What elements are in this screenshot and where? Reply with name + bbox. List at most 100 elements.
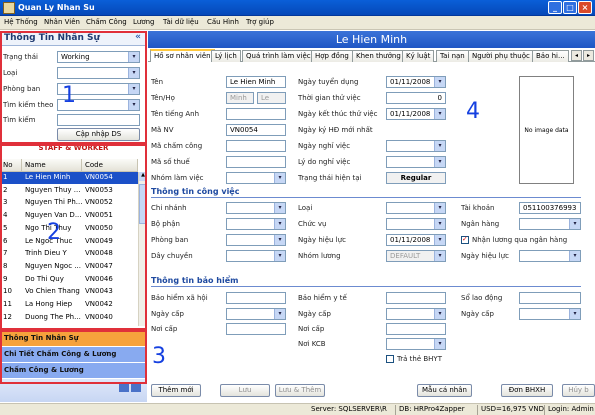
folder-icon[interactable] <box>119 384 129 392</box>
bo-phan-combo[interactable]: ▾ <box>226 218 286 230</box>
table-row[interactable]: 1 Le Hien Minh VN0054 <box>0 172 138 184</box>
chi-nhanh-combo[interactable]: ▾ <box>226 202 286 214</box>
chevron-down-icon[interactable]: ▾ <box>434 309 445 319</box>
minimize-button[interactable]: _ <box>548 1 562 14</box>
chevron-down-icon[interactable]: ▾ <box>434 219 445 229</box>
chuc-vu-combo[interactable]: ▾ <box>386 218 446 230</box>
menu-luong[interactable]: Lương <box>133 18 155 26</box>
collapse-icon[interactable]: « <box>135 32 141 42</box>
ngay-cap-2-field[interactable]: ▾ <box>386 308 446 320</box>
tra-the-checkbox[interactable] <box>386 355 394 363</box>
menu-cau-hinh[interactable]: Cấu Hình <box>207 18 239 26</box>
save-button[interactable]: Lưu <box>220 384 270 397</box>
cancel-button[interactable]: Hủy b <box>562 384 595 397</box>
noi-cap-2-field[interactable] <box>386 323 446 335</box>
nhan-luong-checkbox[interactable] <box>461 235 469 244</box>
employee-photo[interactable]: No image data <box>519 76 574 184</box>
chevron-down-icon[interactable]: ▾ <box>569 251 580 261</box>
table-row[interactable]: 10 Vo Chien Thang VN0043 <box>0 286 138 298</box>
col-no[interactable]: No <box>0 159 22 172</box>
scroll-up-icon[interactable]: ▲ <box>139 172 147 181</box>
table-row[interactable]: 12 Duong The Ph... VN0040 <box>0 312 138 324</box>
ngay-ket-thuc-field[interactable]: 01/11/2008 ▾ <box>386 108 446 120</box>
ho-field[interactable]: Le <box>257 92 286 104</box>
loai-combo-2[interactable]: ▾ <box>386 202 446 214</box>
ten-field-2[interactable]: Minh <box>226 92 254 104</box>
noi-cap-1-field[interactable] <box>226 323 286 335</box>
so-lao-dong-field[interactable] <box>519 292 581 304</box>
ma-cham-cong-field[interactable] <box>226 140 286 152</box>
menu-tro-giup[interactable]: Trợ giúp <box>246 18 274 26</box>
table-row[interactable]: 8 Nguyen Ngoc ... VN0047 <box>0 261 138 273</box>
ngay-hieu-luc-2-field[interactable]: ▾ <box>519 250 581 262</box>
ma-nv-field[interactable]: VN0054 <box>226 124 286 136</box>
nav-cham-cong-luong[interactable]: Chấm Công & Lương <box>0 363 147 378</box>
phong-ban-combo-2[interactable]: ▾ <box>226 234 286 246</box>
ly-do-nghi-viec-combo[interactable]: ▾ <box>386 156 446 168</box>
tab-nguoi-phu-thuoc[interactable]: Người phụ thuộc <box>468 50 534 62</box>
ten-tieng-anh-field[interactable] <box>226 108 286 120</box>
tab-ho-so[interactable]: Hồ sơ nhân viên <box>150 49 215 62</box>
loai-combo[interactable]: ▾ <box>57 67 140 79</box>
tab-tai-nan[interactable]: Tai nạn <box>436 50 469 62</box>
search-input[interactable] <box>57 114 140 126</box>
tab-scroll-left-icon[interactable]: ◂ <box>571 50 582 61</box>
add-new-button[interactable]: Thêm mới <box>151 384 201 397</box>
table-row[interactable]: 2 Nguyen Thuy ... VN0053 <box>0 185 138 197</box>
bhyt-field[interactable] <box>386 292 446 304</box>
menu-nhan-vien[interactable]: Nhân Viên <box>44 18 80 26</box>
menu-tai-du-lieu[interactable]: Tài dữ liệu <box>163 18 199 26</box>
thoi-gian-thu-viec-field[interactable]: 0 <box>386 92 446 104</box>
nav-thong-tin-nhan-su[interactable]: Thông Tin Nhân Sự <box>0 331 147 346</box>
chevron-down-icon[interactable]: ▾ <box>434 141 445 151</box>
ma-so-thue-field[interactable] <box>226 156 286 168</box>
table-row[interactable]: 4 Nguyen Van D... VN0051 <box>0 210 138 222</box>
chevron-down-icon[interactable]: ▾ <box>128 52 139 62</box>
save-and-add-button[interactable]: Lưu & Thêm <box>275 384 325 397</box>
scroll-thumb[interactable] <box>139 184 147 224</box>
list-icon[interactable] <box>131 384 141 392</box>
chevron-down-icon[interactable]: ▾ <box>274 173 285 183</box>
chevron-down-icon[interactable]: ▾ <box>274 219 285 229</box>
chevron-down-icon[interactable]: ▾ <box>274 251 285 261</box>
bhxh-form-button[interactable]: Đơn BHXH <box>501 384 553 397</box>
tab-khen-thuong[interactable]: Khen thưởng <box>352 50 405 62</box>
chevron-down-icon[interactable]: ▾ <box>569 309 580 319</box>
ten-field[interactable]: Le Hien Minh <box>226 76 286 88</box>
maximize-button[interactable]: □ <box>563 1 577 14</box>
nhom-luong-combo[interactable]: DEFAULT ▾ <box>386 250 446 262</box>
trang-thai-combo[interactable]: Working ▾ <box>57 51 140 63</box>
nhom-lam-viec-combo[interactable]: ▾ <box>226 172 286 184</box>
chevron-down-icon[interactable]: ▾ <box>434 77 445 87</box>
personal-template-button[interactable]: Mẫu cá nhân <box>417 384 472 397</box>
tab-qua-trinh[interactable]: Quá trình làm việc <box>242 50 315 62</box>
chevron-down-icon[interactable]: ▾ <box>434 339 445 349</box>
chevron-down-icon[interactable]: ▾ <box>434 235 445 245</box>
tab-ly-lich[interactable]: Lý lịch <box>211 50 241 62</box>
grid-scrollbar[interactable]: ▲ <box>138 172 147 326</box>
table-row[interactable]: 3 Nguyen Thi Ph... VN0052 <box>0 197 138 209</box>
chevron-down-icon[interactable]: ▾ <box>569 219 580 229</box>
tab-bao-hiem[interactable]: Bảo hi... <box>532 50 569 62</box>
tab-ky-luat[interactable]: Kỷ luật <box>402 50 435 62</box>
ngan-hang-combo[interactable]: ▾ <box>519 218 581 230</box>
ngay-nghi-viec-field[interactable]: ▾ <box>386 140 446 152</box>
ngay-cap-3-field[interactable]: ▾ <box>519 308 581 320</box>
update-list-button[interactable]: Cập nhập DS <box>57 128 140 141</box>
tab-scroll-right-icon[interactable]: ▸ <box>583 50 594 61</box>
ngay-hieu-luc-field[interactable]: 01/11/2008 ▾ <box>386 234 446 246</box>
menu-cham-cong[interactable]: Chấm Công <box>86 18 127 26</box>
col-name[interactable]: Name <box>22 159 82 172</box>
tai-khoan-field[interactable]: 051100376993 <box>519 202 581 214</box>
col-code[interactable]: Code <box>82 159 138 172</box>
chevron-down-icon[interactable]: ▾ <box>434 157 445 167</box>
day-chuyen-combo[interactable]: ▾ <box>226 250 286 262</box>
table-row[interactable]: 7 Trinh Dieu Y VN0048 <box>0 248 138 260</box>
ngay-cap-1-field[interactable]: ▾ <box>226 308 286 320</box>
table-row[interactable]: 5 Ngo Thi Thuy VN0050 <box>0 223 138 235</box>
table-row[interactable]: 6 Le Ngoc Thuc VN0049 <box>0 236 138 248</box>
chevron-down-icon[interactable]: ▾ <box>434 251 445 261</box>
chevron-down-icon[interactable]: ▾ <box>274 235 285 245</box>
table-row[interactable]: 9 Do Thi Quy VN0046 <box>0 274 138 286</box>
table-row[interactable]: 11 La Hong Hiep VN0042 <box>0 299 138 311</box>
